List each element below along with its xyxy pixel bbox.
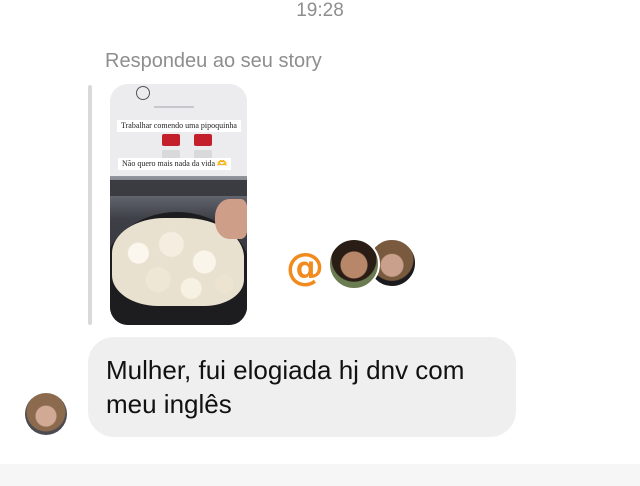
story-thumbnail[interactable]: Trabalhar comendo uma pipoquinha Não que… (110, 84, 247, 325)
story-sticker-text: Trabalhar comendo uma pipoquinha (117, 120, 241, 132)
screen-tile (162, 134, 180, 146)
reply-quote-bar (88, 85, 92, 325)
screen-tile (194, 134, 212, 146)
laptop-keyboard (110, 180, 247, 196)
message-text: Mulher, fui elogiada hj dnv com meu ingl… (106, 355, 465, 419)
timestamp: 19:28 (296, 0, 344, 21)
composer-area (0, 464, 640, 486)
message-bubble[interactable]: Mulher, fui elogiada hj dnv com meu ingl… (88, 337, 516, 437)
app-logo-icon (136, 86, 150, 100)
avatar[interactable] (328, 238, 380, 290)
hand (215, 199, 247, 239)
threads-icon[interactable]: @ (286, 245, 324, 289)
reply-caption: Respondeu ao seu story (105, 50, 322, 72)
screen-line (154, 106, 194, 108)
sender-avatar[interactable] (25, 393, 67, 435)
story-sticker-text: Não quero mais nada da vida 🫶 (118, 158, 232, 170)
